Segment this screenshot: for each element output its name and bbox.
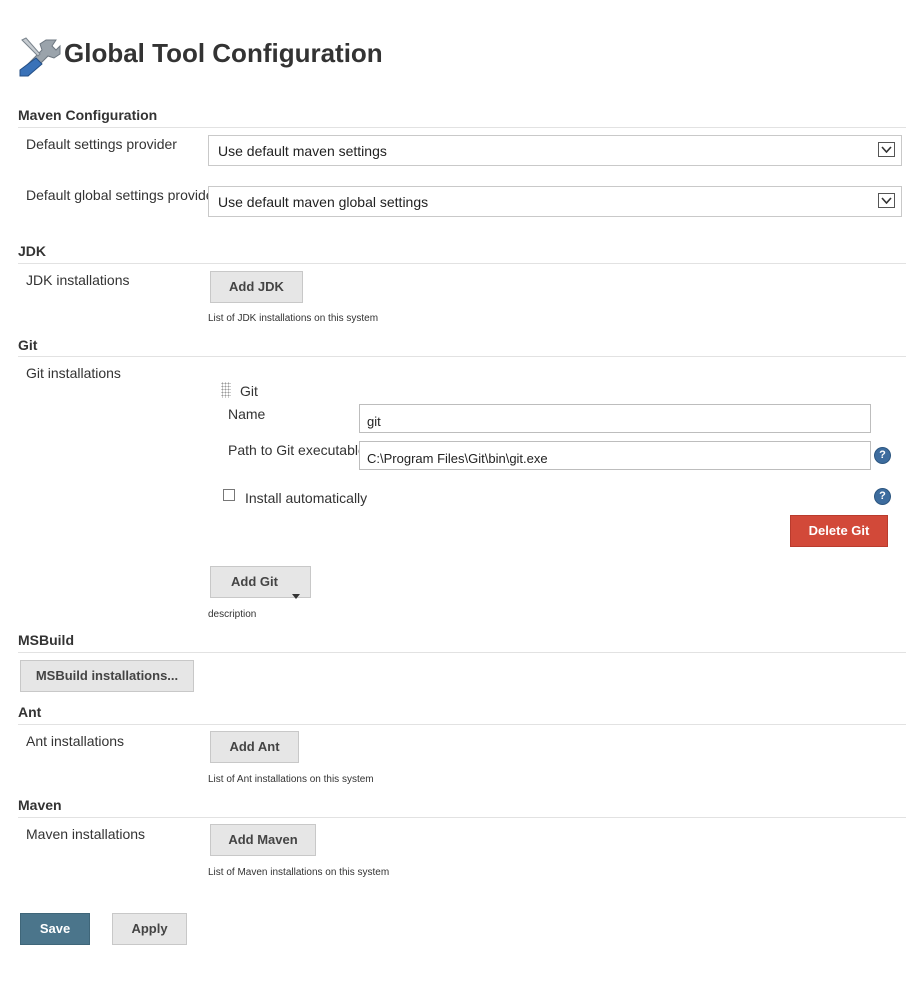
- jdk-installations-label: JDK installations: [26, 272, 130, 288]
- section-divider: [18, 652, 906, 653]
- chevron-down-icon: [878, 193, 895, 208]
- git-name-label: Name: [228, 406, 266, 422]
- section-divider: [18, 817, 906, 818]
- add-maven-button[interactable]: Add Maven: [210, 824, 316, 856]
- default-settings-select[interactable]: Use default maven settings: [208, 135, 902, 166]
- ant-installations-label: Ant installations: [26, 733, 125, 749]
- caret-down-icon: [292, 580, 300, 610]
- help-icon[interactable]: ?: [875, 448, 890, 463]
- default-settings-label: Default settings provider: [26, 136, 177, 152]
- msbuild-installations-button[interactable]: MSBuild installations...: [20, 660, 194, 692]
- install-automatically-checkbox[interactable]: [223, 489, 235, 501]
- section-divider: [18, 263, 906, 264]
- ant-description: List of Ant installations on this system: [208, 774, 374, 785]
- git-path-input[interactable]: C:\Program Files\Git\bin\git.exe: [359, 441, 871, 470]
- maven-description: List of Maven installations on this syst…: [208, 867, 390, 878]
- add-jdk-button[interactable]: Add JDK: [210, 271, 303, 303]
- drag-handle-icon[interactable]: [221, 382, 231, 398]
- git-entry-title: Git: [240, 383, 258, 399]
- section-ant: Ant: [18, 704, 42, 720]
- section-maven: Maven: [18, 797, 62, 813]
- add-ant-button[interactable]: Add Ant: [210, 731, 299, 763]
- jdk-description: List of JDK installations on this system: [208, 313, 379, 324]
- git-path-label: Path to Git executable: [228, 442, 366, 458]
- global-settings-select[interactable]: Use default maven global settings: [208, 186, 902, 217]
- delete-git-button[interactable]: Delete Git: [790, 515, 888, 547]
- global-settings-label: Default global settings provider: [26, 187, 219, 203]
- git-description: description: [208, 609, 257, 620]
- global-settings-value: Use default maven global settings: [218, 194, 429, 210]
- git-name-input[interactable]: git: [359, 404, 871, 433]
- git-installations-label: Git installations: [26, 365, 121, 381]
- apply-button[interactable]: Apply: [112, 913, 187, 945]
- save-button[interactable]: Save: [20, 913, 90, 945]
- default-settings-value: Use default maven settings: [218, 143, 387, 159]
- maven-installations-label: Maven installations: [26, 826, 146, 842]
- section-divider: [18, 127, 906, 128]
- section-divider: [18, 356, 906, 357]
- install-automatically-label: Install automatically: [245, 490, 368, 506]
- help-icon[interactable]: ?: [875, 489, 890, 504]
- wrench-screwdriver-icon: [16, 36, 62, 78]
- add-git-button[interactable]: Add Git: [210, 566, 311, 599]
- page-title: Global Tool Configuration: [64, 38, 383, 68]
- section-msbuild: MSBuild: [18, 632, 74, 648]
- chevron-down-icon: [878, 142, 895, 157]
- add-git-label: Add Git: [231, 574, 278, 589]
- section-jdk: JDK: [18, 243, 47, 259]
- section-maven-configuration: Maven Configuration: [18, 107, 158, 123]
- section-git: Git: [18, 337, 38, 353]
- section-divider: [18, 724, 906, 725]
